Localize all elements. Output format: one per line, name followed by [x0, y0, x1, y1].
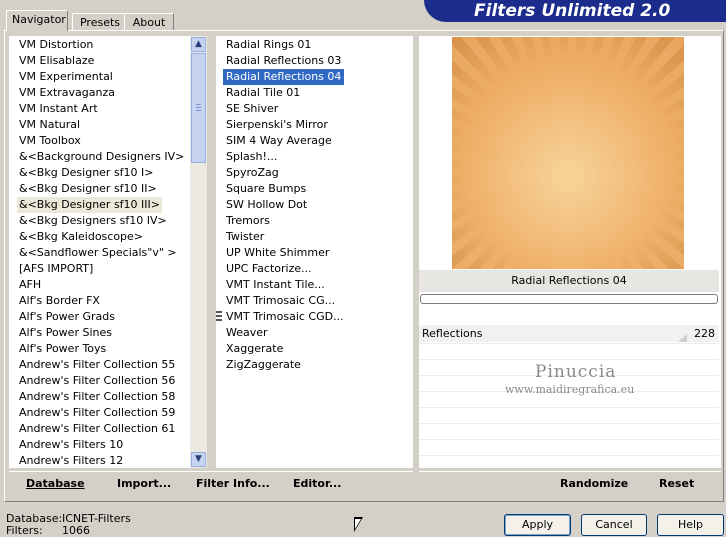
filter-list[interactable]: Radial Rings 01 Radial Reflections 03 Radi… — [216, 36, 413, 468]
category-item[interactable]: VM Natural — [17, 117, 82, 133]
chevron-up-icon[interactable]: ▲ — [191, 37, 206, 52]
filter-item[interactable]: VMT Trimosaic CGD... — [223, 309, 347, 325]
filter-item[interactable]: VMT Trimosaic CG... — [223, 293, 338, 309]
filter-item[interactable]: SW Hollow Dot — [223, 197, 310, 213]
tab-about[interactable]: About — [124, 13, 174, 31]
filter-item[interactable]: Radial Tile 01 — [223, 85, 303, 101]
category-scrollbar[interactable]: ▲ ▼ — [190, 36, 207, 468]
progress-bar — [420, 294, 718, 304]
filter-item[interactable]: VMT Instant Tile... — [223, 277, 328, 293]
tab-navigator[interactable]: Navigator — [6, 10, 68, 31]
editor-button[interactable]: Editor... — [293, 472, 341, 496]
category-item[interactable]: Alf's Power Toys — [17, 341, 108, 357]
category-item[interactable]: VM Experimental — [17, 69, 115, 85]
parameter-value: 228 — [694, 327, 715, 340]
category-item[interactable]: &<Sandflower Specials"v" > — [17, 245, 179, 261]
category-item[interactable]: Andrew's Filter Collection 58 — [17, 389, 177, 405]
filter-item[interactable]: Radial Reflections 03 — [223, 53, 344, 69]
apply-button[interactable]: Apply — [504, 514, 571, 536]
filter-item[interactable]: Radial Reflections 04 — [223, 69, 345, 85]
status-filters-value: 1066 — [62, 524, 90, 537]
filter-item[interactable]: SE Shiver — [223, 101, 281, 117]
category-item[interactable]: VM Toolbox — [17, 133, 83, 149]
parameter-slot — [419, 343, 719, 359]
category-item[interactable]: &<Bkg Designer sf10 I> — [17, 165, 156, 181]
chevron-down-icon[interactable]: ▼ — [191, 452, 206, 467]
category-list[interactable]: VM Distortion VM Elisablaze VM Experimenta… — [9, 36, 207, 468]
tab-presets[interactable]: Presets — [72, 13, 128, 31]
parameter-slot — [419, 455, 719, 468]
cancel-button[interactable]: Cancel — [581, 514, 647, 536]
navigator-toolbar: Database Import... Filter Info... Editor… — [9, 471, 413, 496]
filter-item[interactable]: UP White Shimmer — [223, 245, 332, 261]
title-banner: Filters Unlimited 2.0 — [424, 0, 726, 22]
category-item[interactable]: Alf's Power Sines — [17, 325, 114, 341]
drag-handle-icon[interactable] — [216, 311, 222, 323]
category-item[interactable]: AFH — [17, 277, 43, 293]
filter-item[interactable]: UPC Factorize... — [223, 261, 315, 277]
help-button[interactable]: Help — [657, 514, 724, 536]
parameter-slider-reflections[interactable]: Reflections 228 — [419, 325, 719, 342]
preview-filter-name: Radial Reflections 04 — [419, 270, 719, 292]
watermark-name: Pinuccia — [535, 362, 617, 382]
category-item[interactable]: &<Bkg Kaleidoscope> — [17, 229, 145, 245]
parameter-slot — [419, 407, 719, 423]
filter-item[interactable]: ZigZaggerate — [223, 357, 304, 373]
category-item[interactable]: VM Extravaganza — [17, 85, 117, 101]
filter-item[interactable]: Tremors — [223, 213, 273, 229]
category-item[interactable]: &<Bkg Designer sf10 II> — [17, 181, 159, 197]
parameter-slot — [419, 439, 719, 455]
category-item[interactable]: Andrew's Filter Collection 59 — [17, 405, 177, 421]
category-item[interactable]: &<Bkg Designer sf10 III> — [17, 197, 163, 213]
filter-info-button[interactable]: Filter Info... — [196, 472, 270, 496]
category-item[interactable]: VM Distortion — [17, 37, 95, 53]
filter-preview-image — [452, 37, 684, 269]
reset-button[interactable]: Reset — [659, 472, 694, 496]
filter-item[interactable]: Sierpenski's Mirror — [223, 117, 331, 133]
category-item[interactable]: &<Background Designers IV> — [17, 149, 186, 165]
slider-thumb-icon[interactable] — [678, 334, 687, 342]
database-button[interactable]: Database — [26, 472, 85, 496]
filter-item[interactable]: SIM 4 Way Average — [223, 133, 335, 149]
category-item[interactable]: VM Elisablaze — [17, 53, 96, 69]
filter-item[interactable]: Splash!... — [223, 149, 280, 165]
filter-item[interactable]: Twister — [223, 229, 267, 245]
filter-item[interactable]: Square Bumps — [223, 181, 309, 197]
category-item[interactable]: Andrew's Filters 10 — [17, 437, 125, 453]
filter-item[interactable]: Xaggerate — [223, 341, 286, 357]
filter-item[interactable]: Weaver — [223, 325, 271, 341]
import-button[interactable]: Import... — [117, 472, 171, 496]
category-item[interactable]: Alf's Power Grads — [17, 309, 117, 325]
category-item[interactable]: &<Bkg Designers sf10 IV> — [17, 213, 169, 229]
randomize-button[interactable]: Randomize — [560, 472, 628, 496]
category-item[interactable]: Andrew's Filter Collection 61 — [17, 421, 177, 437]
category-item[interactable]: [AFS IMPORT] — [17, 261, 95, 277]
status-filters-label: Filters: — [6, 524, 43, 537]
preview-toolbar: Randomize Reset — [419, 471, 721, 496]
category-item[interactable]: VM Instant Art — [17, 101, 100, 117]
parameter-slot — [419, 423, 719, 439]
category-item[interactable]: Andrew's Filter Collection 55 — [17, 357, 177, 373]
mouse-cursor-icon — [354, 517, 363, 532]
category-item[interactable]: Alf's Border FX — [17, 293, 102, 309]
filter-item[interactable]: SpyroZag — [223, 165, 282, 181]
parameter-label: Reflections — [422, 327, 483, 340]
scroll-thumb[interactable] — [191, 53, 206, 163]
category-item[interactable]: Andrew's Filter Collection 56 — [17, 373, 177, 389]
filter-item[interactable]: Radial Rings 01 — [223, 37, 314, 53]
watermark-url: www.maidiregrafica.eu — [505, 383, 635, 396]
category-item[interactable]: Andrew's Filters 12 — [17, 453, 125, 468]
app-title: Filters Unlimited 2.0 — [474, 1, 671, 21]
